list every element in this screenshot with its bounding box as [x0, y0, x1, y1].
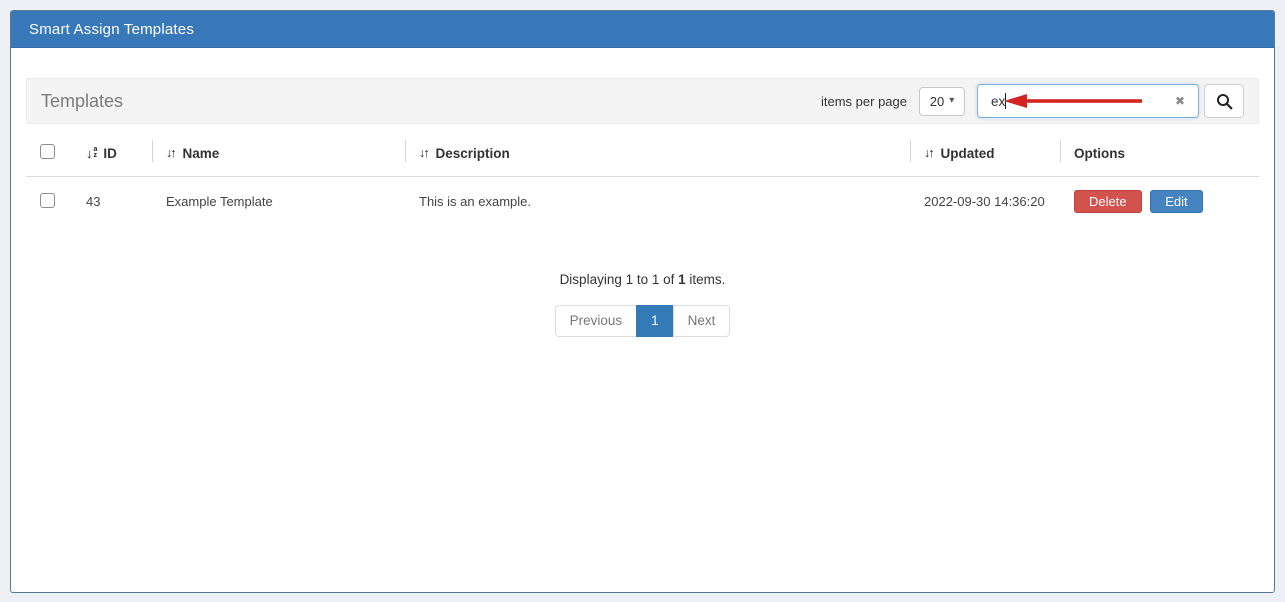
items-per-page-select[interactable]: 20 ▾ [919, 87, 965, 116]
pagination-next[interactable]: Next [673, 305, 731, 337]
row-select-cell [26, 177, 72, 227]
summary-prefix: Displaying 1 to 1 of [560, 272, 679, 287]
table-row: 43 Example Template This is an example. … [26, 177, 1259, 227]
row-options-cell: Delete Edit [1060, 177, 1259, 227]
row-checkbox[interactable] [40, 193, 55, 208]
panel-header: Smart Assign Templates [11, 11, 1274, 48]
sort-icon: ↓↑ [924, 146, 933, 160]
row-updated-cell: 2022-09-30 14:36:20 [910, 177, 1060, 227]
items-per-page-value: 20 [930, 94, 944, 109]
search-button[interactable] [1204, 84, 1244, 118]
search-icon [1216, 93, 1233, 110]
header-select-all-cell [26, 132, 72, 177]
pagination-page-1[interactable]: 1 [636, 305, 674, 337]
items-per-page-label: items per page [821, 94, 907, 109]
templates-table: ↓ a z ID ↓↑ Name [26, 132, 1259, 226]
column-header-updated[interactable]: ↓↑ Updated [910, 132, 1060, 177]
table-toolbar: Templates items per page 20 ▾ ✖ [26, 78, 1259, 124]
row-description-cell: This is an example. [405, 177, 910, 227]
clear-search-icon[interactable]: ✖ [1175, 95, 1185, 107]
column-header-id[interactable]: ↓ a z ID [72, 132, 152, 177]
column-label-id: ID [103, 146, 117, 161]
row-id-cell: 43 [72, 177, 152, 227]
column-header-name[interactable]: ↓↑ Name [152, 132, 405, 177]
column-header-description[interactable]: ↓↑ Description [405, 132, 910, 177]
toolbar-heading: Templates [41, 91, 123, 112]
pagination-previous[interactable]: Previous [555, 305, 638, 337]
delete-button[interactable]: Delete [1074, 190, 1142, 213]
search-group: ✖ [977, 84, 1244, 118]
column-label-description: Description [436, 146, 510, 161]
toolbar-controls: items per page 20 ▾ ✖ [821, 84, 1244, 118]
sort-icon: ↓↑ [166, 146, 175, 160]
chevron-down-icon: ▾ [949, 96, 954, 106]
page-title: Smart Assign Templates [29, 21, 194, 38]
row-name-cell: Example Template [152, 177, 405, 227]
panel-body: Templates items per page 20 ▾ ✖ [11, 48, 1274, 337]
column-label-options: Options [1074, 146, 1125, 161]
table-header-row: ↓ a z ID ↓↑ Name [26, 132, 1259, 177]
column-label-name: Name [183, 146, 220, 161]
column-header-options: Options [1060, 132, 1259, 177]
summary-suffix: items. [686, 272, 726, 287]
search-wrap: ✖ [977, 84, 1199, 118]
text-cursor [1005, 93, 1006, 109]
column-label-updated: Updated [941, 146, 995, 161]
results-summary: Displaying 1 to 1 of 1 items. [26, 272, 1259, 287]
summary-total: 1 [678, 272, 686, 287]
edit-button[interactable]: Edit [1150, 190, 1202, 213]
sort-alpha-down-icon: ↓ a z [86, 146, 97, 161]
select-all-checkbox[interactable] [40, 144, 55, 159]
search-input[interactable] [977, 84, 1199, 118]
sort-icon: ↓↑ [419, 146, 428, 160]
templates-panel: Smart Assign Templates Templates items p… [10, 10, 1275, 593]
pagination: Previous 1 Next [26, 305, 1259, 337]
